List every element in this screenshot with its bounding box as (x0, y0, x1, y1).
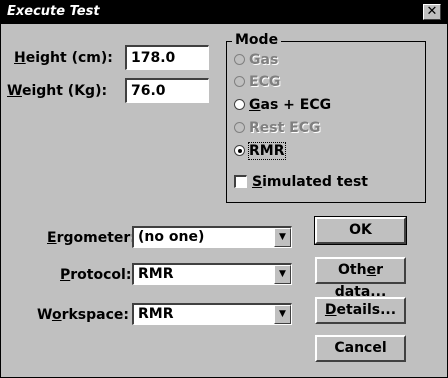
radio-icon (234, 54, 245, 65)
details-button[interactable]: Details... (315, 297, 406, 324)
execute-test-dialog: Execute Test ✕ Height (cm): 178.0 Weight… (0, 0, 448, 378)
mode-radio-gas[interactable]: Gas (234, 52, 278, 68)
mode-radio-rest-ecg[interactable]: Rest ECG (234, 120, 321, 136)
radio-selected-icon (234, 145, 245, 156)
radio-icon (234, 76, 245, 87)
window-title: Execute Test (7, 4, 100, 19)
mode-group-title: Mode (232, 32, 282, 48)
protocol-select[interactable]: RMR ▼ (132, 263, 292, 285)
mode-radio-gas-ecg[interactable]: Gas + ECG (234, 97, 331, 113)
ergometer-label: Ergometer: (47, 230, 136, 246)
workspace-label: Workspace: (37, 307, 129, 323)
ergometer-select[interactable]: (no one) ▼ (132, 226, 292, 248)
height-field[interactable]: 178.0 (125, 45, 209, 70)
weight-field[interactable]: 76.0 (125, 78, 209, 103)
workspace-select[interactable]: RMR ▼ (132, 303, 292, 325)
mode-radio-rmr[interactable]: RMR (234, 142, 286, 160)
protocol-label: Protocol: (60, 267, 132, 283)
cancel-button[interactable]: Cancel (315, 335, 406, 362)
checkbox-icon (234, 175, 247, 188)
chevron-down-icon[interactable]: ▼ (274, 305, 291, 324)
ok-button[interactable]: OK (314, 216, 407, 245)
weight-label: Weight (Kg): (7, 83, 108, 99)
chevron-down-icon[interactable]: ▼ (274, 228, 291, 247)
other-data-button[interactable]: Other data... (315, 257, 406, 300)
radio-icon (234, 99, 245, 110)
title-bar: Execute Test ✕ (1, 1, 447, 24)
height-label: Height (cm): (14, 50, 113, 66)
close-button[interactable]: ✕ (423, 4, 441, 20)
simulated-test-checkbox[interactable]: Simulated test (234, 174, 368, 190)
chevron-down-icon[interactable]: ▼ (274, 265, 291, 284)
mode-radio-ecg[interactable]: ECG (234, 74, 280, 90)
radio-icon (234, 122, 245, 133)
